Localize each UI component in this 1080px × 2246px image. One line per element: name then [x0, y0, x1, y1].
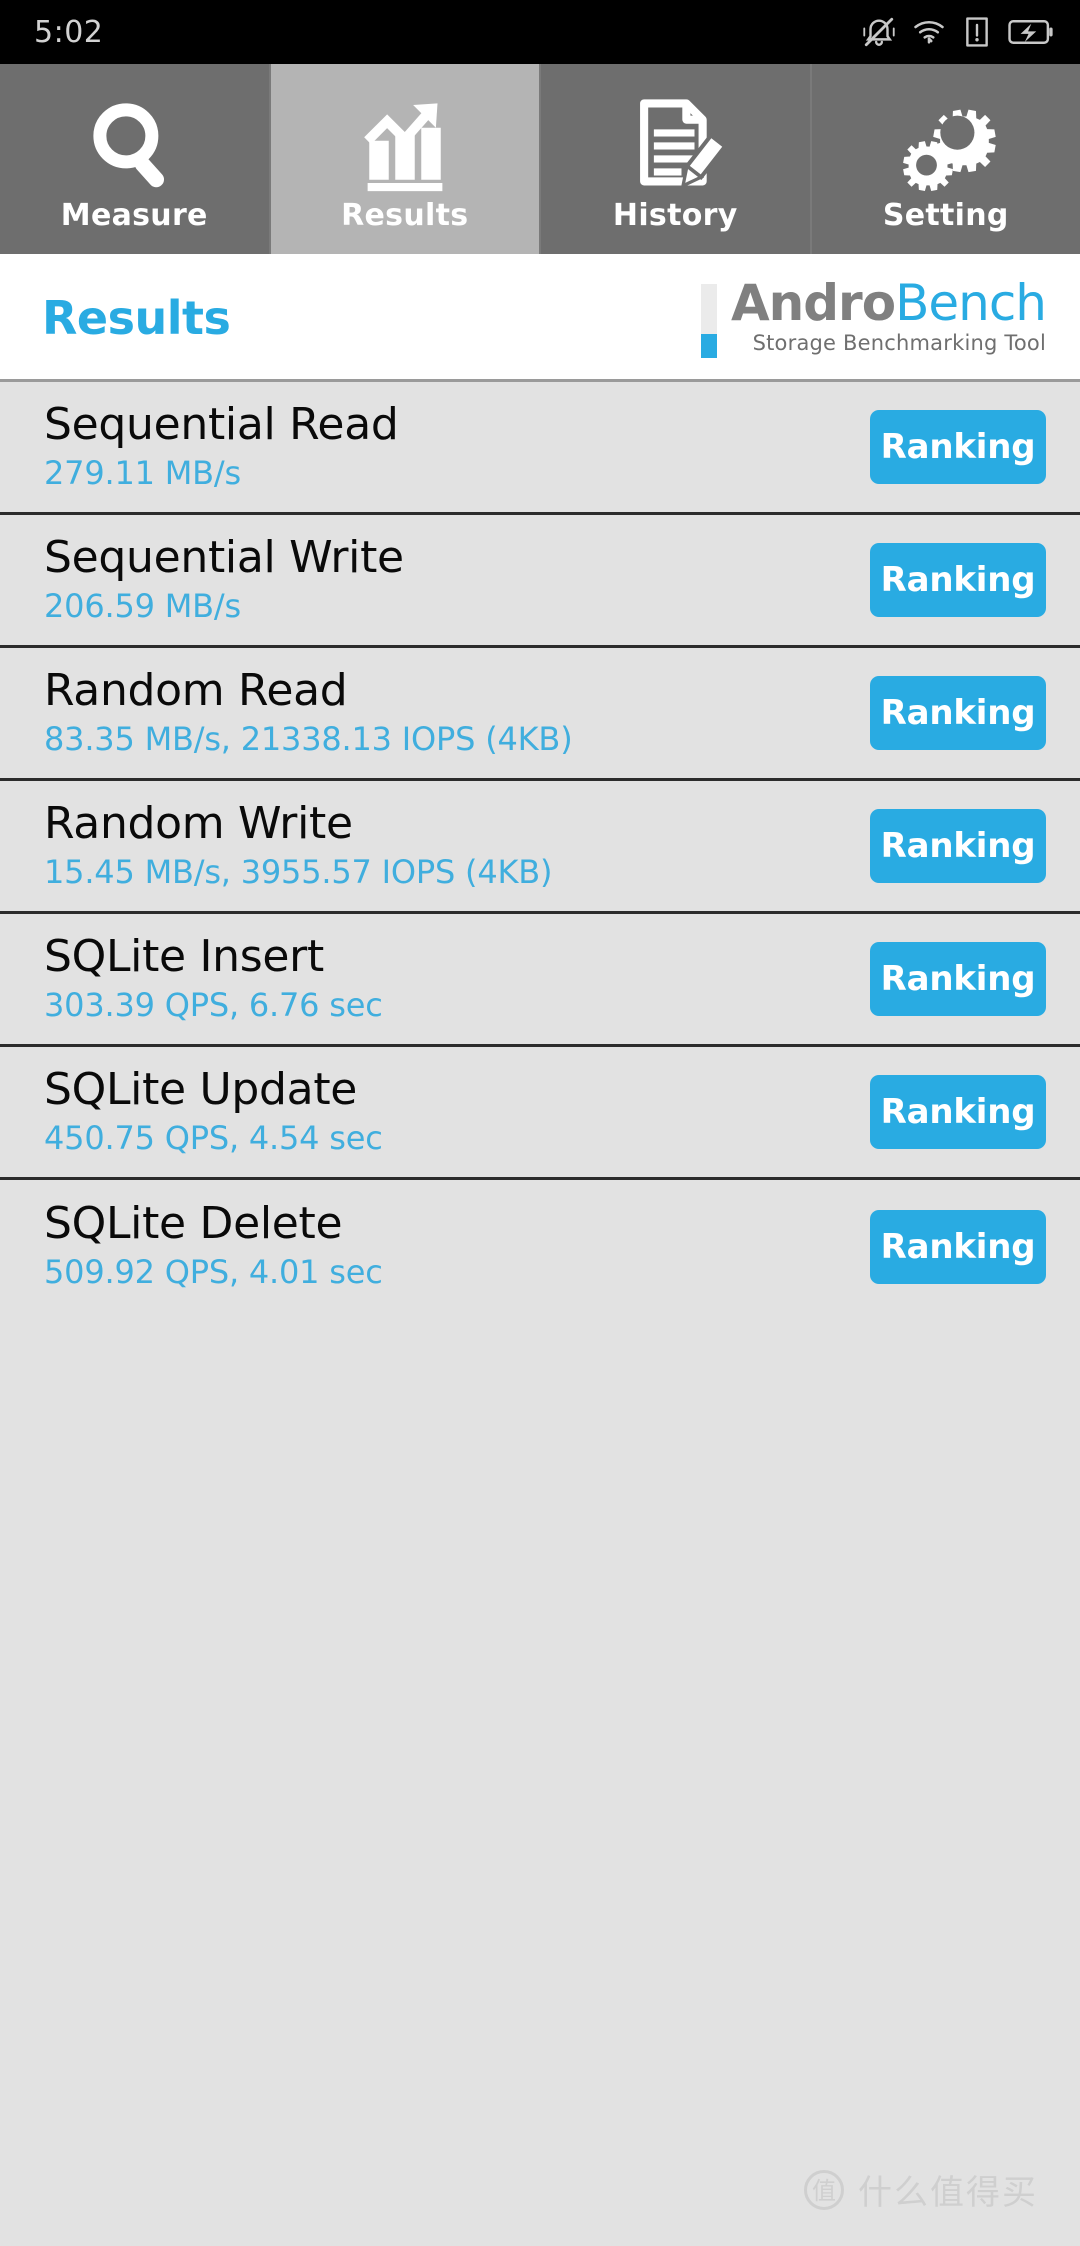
page-title: Results: [42, 291, 231, 345]
logo-bar-icon: [700, 284, 717, 358]
table-row[interactable]: Sequential Read 279.11 MB/s Ranking: [0, 382, 1080, 515]
ranking-button[interactable]: Ranking: [870, 410, 1046, 484]
result-value: 206.59 MB/s: [44, 586, 241, 625]
result-title: Random Write: [44, 797, 353, 849]
result-title: SQLite Update: [44, 1063, 358, 1115]
tab-measure[interactable]: Measure: [0, 64, 271, 254]
status-time: 5:02: [34, 14, 104, 50]
magnifier-icon: [82, 92, 186, 196]
app-screen: 5:02 Measure Results History Setting Res…: [0, 0, 1080, 2246]
tab-setting-label: Setting: [882, 197, 1009, 233]
logo-subtitle: Storage Benchmarking Tool: [752, 331, 1046, 355]
table-row[interactable]: Random Read 83.35 MB/s, 21338.13 IOPS (4…: [0, 648, 1080, 781]
result-title: Sequential Read: [44, 398, 399, 450]
result-title: SQLite Delete: [44, 1198, 343, 1250]
result-value: 83.35 MB/s, 21338.13 IOPS (4KB): [44, 719, 573, 758]
watermark-badge-icon: 值: [804, 2169, 844, 2210]
vibrate-off-icon: [862, 15, 896, 49]
result-value: 303.39 QPS, 6.76 sec: [44, 985, 383, 1024]
bar-chart-growth-icon: [353, 92, 457, 196]
document-pencil-icon: [623, 92, 728, 196]
tab-bar: Measure Results History Setting: [0, 64, 1080, 254]
ranking-button[interactable]: Ranking: [870, 942, 1046, 1016]
tab-measure-label: Measure: [60, 197, 208, 233]
ranking-button[interactable]: Ranking: [870, 809, 1046, 883]
wifi-icon: [912, 15, 946, 49]
result-title: Sequential Write: [44, 531, 404, 583]
result-title: Random Read: [44, 664, 348, 716]
androbench-logo: AndroBench Storage Benchmarking Tool: [700, 278, 1047, 358]
status-bar: 5:02: [0, 0, 1080, 64]
table-row[interactable]: SQLite Delete 509.92 QPS, 4.01 sec Ranki…: [0, 1180, 1080, 1313]
empty-area: 值 什么值得买: [0, 1313, 1080, 2246]
logo-secondary-text: Bench: [895, 274, 1047, 332]
ranking-button[interactable]: Ranking: [870, 1075, 1046, 1149]
tab-results-label: Results: [341, 197, 469, 233]
result-value: 450.75 QPS, 4.54 sec: [44, 1118, 383, 1157]
results-list: Sequential Read 279.11 MB/s Ranking Sequ…: [0, 382, 1080, 1313]
ranking-button[interactable]: Ranking: [870, 676, 1046, 750]
battery-charging-icon: [1008, 15, 1054, 49]
results-content: Sequential Read 279.11 MB/s Ranking Sequ…: [0, 382, 1080, 2246]
logo-primary-text: Andro: [730, 274, 896, 332]
table-row[interactable]: Sequential Write 206.59 MB/s Ranking: [0, 515, 1080, 648]
page-header: Results AndroBench Storage Benchmarking …: [0, 254, 1080, 382]
tab-results[interactable]: Results: [270, 64, 541, 254]
watermark-text: 什么值得买: [858, 2173, 1038, 2213]
result-value: 15.45 MB/s, 3955.57 IOPS (4KB): [44, 852, 553, 891]
result-title: SQLite Insert: [44, 930, 324, 982]
table-row[interactable]: SQLite Update 450.75 QPS, 4.54 sec Ranki…: [0, 1047, 1080, 1180]
watermark: 值 什么值得买: [804, 2165, 1038, 2214]
ranking-button[interactable]: Ranking: [870, 1209, 1046, 1284]
table-row[interactable]: SQLite Insert 303.39 QPS, 6.76 sec Ranki…: [0, 914, 1080, 1047]
tab-history[interactable]: History: [541, 64, 812, 254]
tab-history-label: History: [612, 197, 738, 233]
sim-alert-icon: [962, 15, 992, 49]
gears-icon: [894, 92, 998, 196]
table-row[interactable]: Random Write 15.45 MB/s, 3955.57 IOPS (4…: [0, 781, 1080, 914]
result-value: 509.92 QPS, 4.01 sec: [44, 1253, 383, 1292]
status-icon-group: [862, 15, 1054, 49]
tab-setting[interactable]: Setting: [811, 64, 1080, 254]
result-value: 279.11 MB/s: [44, 453, 241, 492]
ranking-button[interactable]: Ranking: [870, 543, 1046, 617]
